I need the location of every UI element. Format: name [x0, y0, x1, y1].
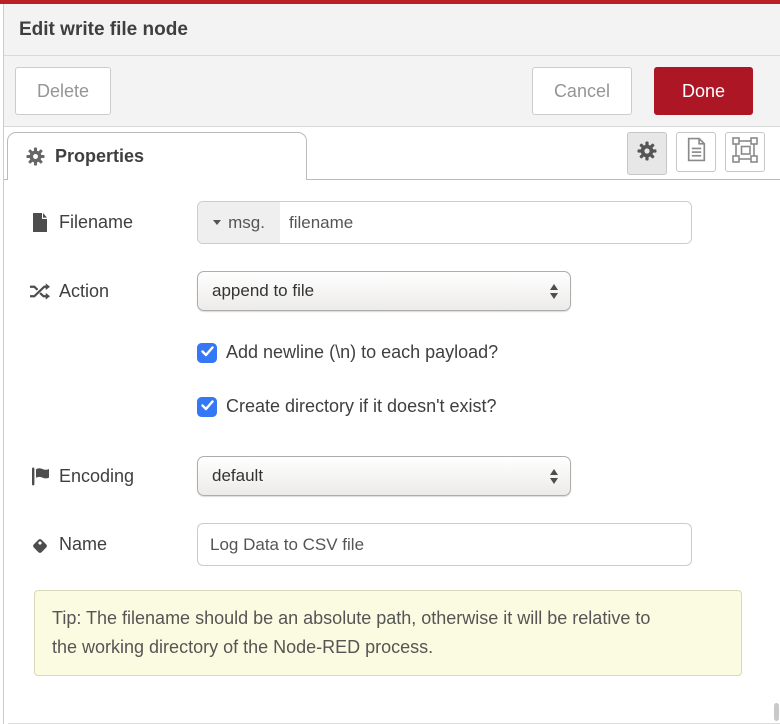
encoding-select[interactable]: default	[197, 456, 571, 496]
filename-label: Filename	[30, 212, 197, 233]
gear-icon	[637, 141, 657, 166]
filename-type-label: msg.	[228, 213, 265, 233]
tray-tool-buttons	[627, 132, 765, 175]
properties-form: Filename msg.	[4, 180, 780, 676]
dialog-header: Edit write file node	[4, 4, 780, 56]
filename-input[interactable]	[280, 202, 691, 243]
action-label-text: Action	[59, 281, 109, 302]
gear-icon	[25, 147, 45, 166]
updown-arrows-icon	[550, 284, 558, 299]
dialog-toolbar: Delete Cancel Done	[4, 56, 780, 127]
flag-icon	[30, 467, 50, 486]
filename-typed-input: msg.	[197, 201, 692, 244]
action-label: Action	[30, 281, 197, 302]
description-tool-button[interactable]	[676, 132, 716, 172]
encoding-label: Encoding	[30, 466, 197, 487]
action-select[interactable]: append to file	[197, 271, 571, 311]
appearance-icon	[732, 137, 758, 168]
mkdir-checkbox-label[interactable]: Create directory if it doesn't exist?	[226, 396, 497, 417]
filename-label-text: Filename	[59, 212, 133, 233]
tip-box: Tip: The filename should be an absolute …	[34, 590, 742, 676]
caret-down-icon	[213, 220, 221, 225]
shuffle-icon	[30, 283, 50, 300]
cancel-button[interactable]: Cancel	[532, 67, 632, 115]
action-row: Action append to file	[30, 271, 750, 311]
encoding-select-value: default	[212, 466, 550, 486]
top-red-bar	[0, 0, 780, 4]
updown-arrows-icon	[550, 469, 558, 484]
checkmark-icon	[201, 344, 214, 362]
edit-tray: Edit write file node Delete Cancel Done	[4, 4, 780, 724]
tab-properties-label: Properties	[55, 146, 144, 167]
delete-button[interactable]: Delete	[15, 67, 111, 115]
action-select-value: append to file	[212, 281, 550, 301]
done-button-label: Done	[682, 81, 725, 102]
newline-checkbox-row: Add newline (\n) to each payload?	[197, 342, 750, 363]
name-input[interactable]	[197, 523, 692, 566]
delete-button-label: Delete	[37, 81, 89, 102]
newline-checkbox[interactable]	[197, 343, 217, 363]
properties-tool-button[interactable]	[627, 132, 667, 175]
filename-row: Filename msg.	[30, 201, 750, 244]
cancel-button-label: Cancel	[554, 81, 610, 102]
filename-type-dropdown[interactable]: msg.	[198, 202, 280, 243]
tip-text: Tip: The filename should be an absolute …	[52, 604, 652, 662]
encoding-row: Encoding default	[30, 456, 750, 496]
dialog-title: Edit write file node	[19, 19, 188, 41]
mkdir-checkbox-row: Create directory if it doesn't exist?	[197, 396, 750, 417]
tab-properties[interactable]: Properties	[7, 132, 307, 180]
done-button[interactable]: Done	[654, 67, 753, 115]
appearance-tool-button[interactable]	[725, 132, 765, 172]
edit-node-dialog: Edit write file node Delete Cancel Done	[0, 0, 780, 724]
name-row: Name	[30, 523, 750, 566]
name-label-text: Name	[59, 534, 107, 555]
mkdir-checkbox[interactable]	[197, 397, 217, 417]
encoding-label-text: Encoding	[59, 466, 134, 487]
tab-bar: Properties	[4, 127, 780, 180]
name-label: Name	[30, 534, 197, 555]
newline-checkbox-label[interactable]: Add newline (\n) to each payload?	[226, 342, 498, 363]
scrollbar-thumb[interactable]	[774, 703, 779, 721]
filename-value-wrap	[280, 202, 691, 243]
tag-icon	[30, 536, 50, 554]
checkmark-icon	[201, 398, 214, 416]
document-icon	[686, 137, 707, 167]
file-icon	[30, 213, 50, 232]
